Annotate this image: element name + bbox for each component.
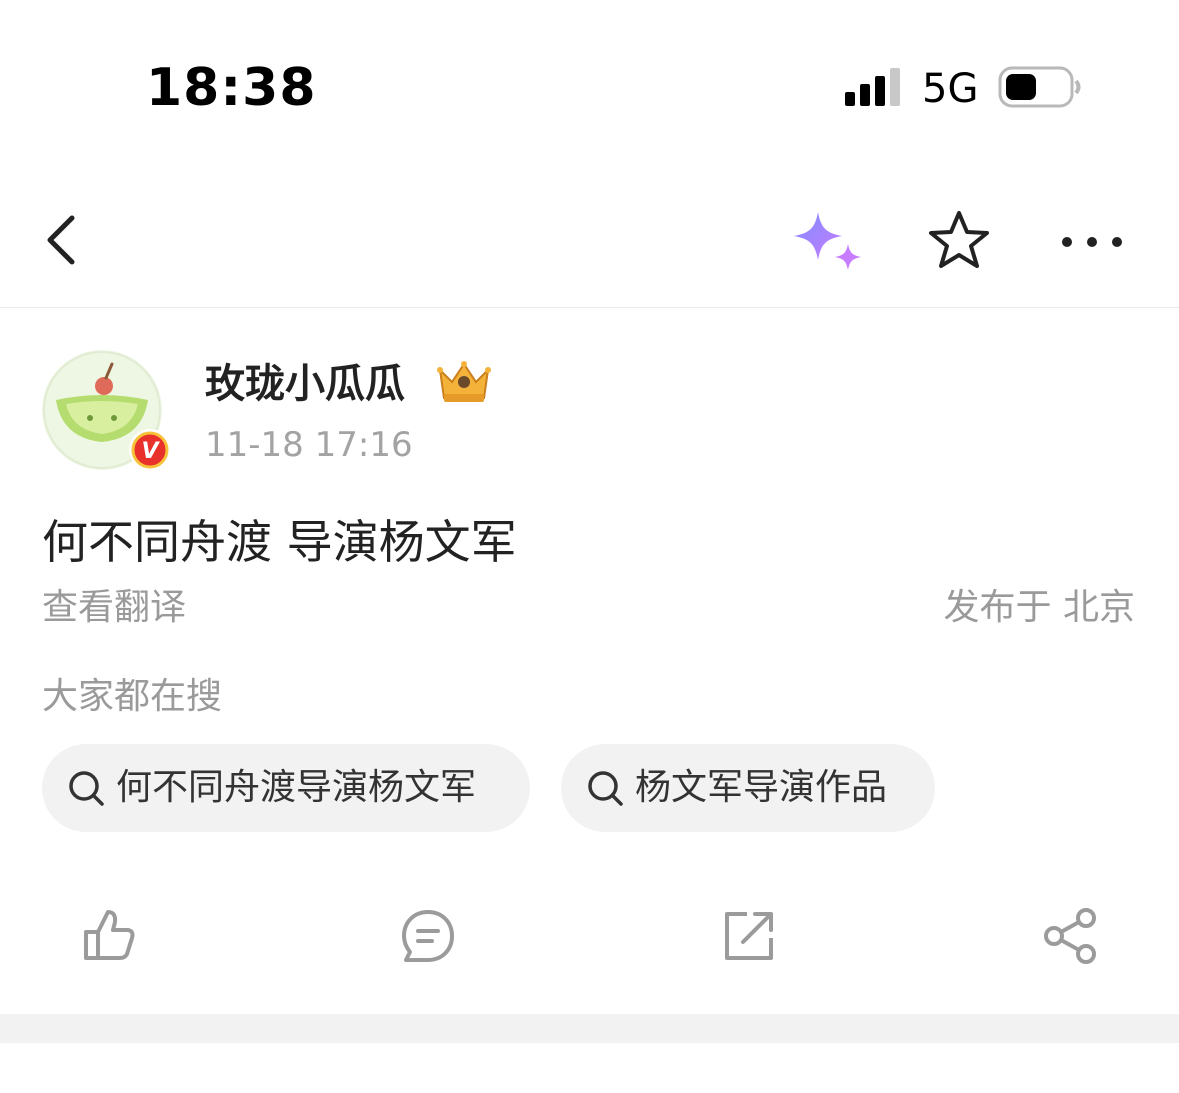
svg-text:V: V <box>141 439 160 464</box>
status-bar: 18:38 5G <box>0 0 1179 170</box>
post-detail-page: 18:38 5G V 玫珑小瓜瓜 11-18 17:16 何不同舟渡 导演杨文军… <box>0 0 1179 1093</box>
verified-badge: V <box>129 429 171 471</box>
star-icon[interactable] <box>926 208 992 274</box>
search-icon <box>69 771 104 806</box>
search-icon <box>588 771 623 806</box>
comment-icon[interactable] <box>398 906 458 966</box>
trending-label: 大家都在搜 <box>42 676 223 717</box>
repost-icon[interactable] <box>719 906 779 966</box>
author-name[interactable]: 玫珑小瓜瓜 <box>205 358 405 410</box>
like-icon[interactable] <box>78 906 138 966</box>
share-icon[interactable] <box>1040 906 1100 966</box>
post-location: 发布于 北京 <box>943 587 1135 628</box>
sparkle-icon[interactable] <box>790 210 866 276</box>
network-label: 5G <box>922 66 979 112</box>
post-text: 何不同舟渡 导演杨文军 <box>42 515 517 569</box>
search-chip-label: 杨文军导演作品 <box>635 767 888 808</box>
nav-bar <box>0 170 1179 308</box>
signal-icon <box>845 68 900 106</box>
battery-icon <box>998 66 1081 108</box>
search-chip[interactable]: 杨文军导演作品 <box>561 744 935 832</box>
crown-badge <box>437 361 491 402</box>
status-time: 18:38 <box>146 58 317 118</box>
translate-link[interactable]: 查看翻译 <box>42 585 186 631</box>
search-chip[interactable]: 何不同舟渡导演杨文军 <box>42 744 530 832</box>
section-divider <box>0 1014 1179 1043</box>
more-icon[interactable] <box>1058 228 1126 256</box>
post-time: 11-18 17:16 <box>205 425 413 465</box>
search-chip-label: 何不同舟渡导演杨文军 <box>116 767 477 808</box>
back-icon[interactable] <box>38 212 86 268</box>
